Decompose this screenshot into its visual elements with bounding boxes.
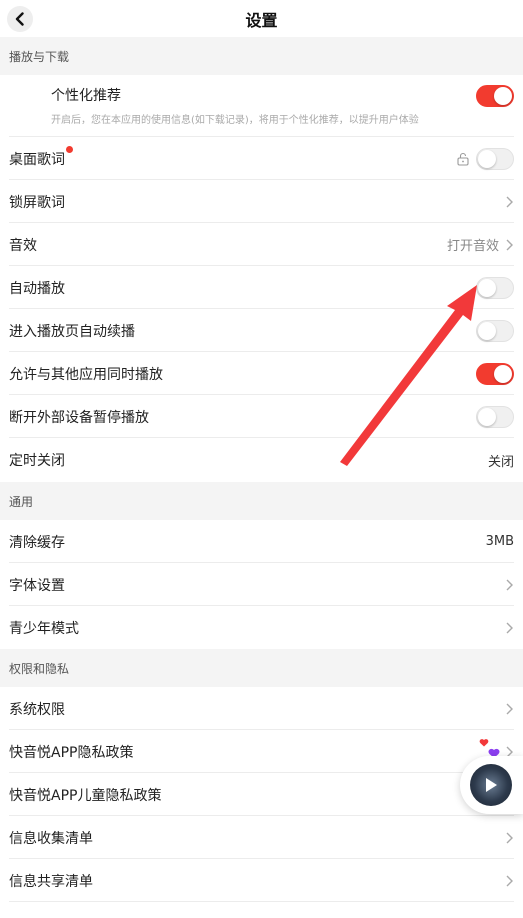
row-lockscreen-lyrics[interactable]: 锁屏歌词 (0, 180, 523, 223)
row-description: 开启后，您在本应用的使用信息(如下载记录)，将用于个性化推荐，以提升用户体验 (51, 115, 419, 126)
chevron-right-icon (506, 239, 513, 250)
row-info-sharing[interactable]: 信息共享清单 (0, 859, 523, 902)
row-privacy-policy[interactable]: 快音悦APP隐私政策 (0, 730, 523, 773)
row-label: 快音悦APP儿童隐私政策 (9, 787, 162, 804)
section-header-playback: 播放与下载 (0, 37, 523, 75)
row-label: 自动播放 (9, 280, 65, 297)
row-clear-cache[interactable]: 清除缓存 3MB (0, 520, 523, 563)
mix-play-toggle[interactable] (476, 362, 514, 385)
sound-effect-value: 打开音效 (446, 239, 499, 254)
row-teen-mode[interactable]: 青少年模式 (0, 606, 523, 649)
row-label: 清除缓存 (9, 534, 65, 551)
floating-mini-player[interactable] (460, 756, 523, 814)
row-sound-effect[interactable]: 音效 打开音效 (0, 223, 523, 266)
top-bar: 设置 (0, 0, 523, 37)
page-title: 设置 (245, 10, 278, 30)
row-label: 个性化推荐 (51, 88, 121, 104)
sleep-timer-value: 关闭 (487, 454, 514, 470)
row-label-wrap: 桌面歌词 (9, 145, 73, 169)
toggle-knob (494, 87, 512, 105)
section-header-general: 通用 (0, 482, 523, 520)
row-label: 青少年模式 (9, 620, 79, 637)
toggle-knob (478, 321, 496, 340)
personalized-recommend-toggle[interactable] (476, 85, 514, 107)
chevron-right-icon (506, 832, 513, 843)
toggle-knob (478, 149, 496, 168)
continue-play-toggle[interactable] (476, 319, 514, 342)
row-continue-play: 进入播放页自动续播 (0, 309, 523, 352)
row-personalized-recommend: 个性化推荐 开启后，您在本应用的使用信息(如下载记录)，将用于个性化推荐，以提升… (0, 75, 523, 137)
row-right (505, 702, 514, 716)
section-header-privacy: 权限和隐私 (0, 649, 523, 687)
chevron-right-icon (506, 875, 513, 886)
row-right: 打开音效 (447, 235, 514, 254)
play-icon (486, 778, 497, 792)
row-desktop-lyrics[interactable]: 桌面歌词 (0, 137, 523, 180)
row-font-settings[interactable]: 字体设置 (0, 563, 523, 606)
row-right (505, 195, 514, 209)
row-right (505, 874, 514, 888)
row-right: 3MB (486, 534, 514, 549)
row-system-permissions[interactable]: 系统权限 (0, 687, 523, 730)
pause-on-disconnect-toggle[interactable] (476, 405, 514, 428)
back-button[interactable] (7, 6, 33, 32)
toggle-knob (494, 364, 512, 383)
chevron-right-icon (506, 622, 513, 633)
row-right (505, 578, 514, 592)
cache-size-value: 3MB (485, 534, 514, 549)
row-children-policy[interactable]: 快音悦APP儿童隐私政策 (0, 773, 523, 816)
row-label: 系统权限 (9, 701, 65, 718)
row-label: 桌面歌词 (9, 151, 65, 168)
row-mix-play: 允许与其他应用同时播放 (0, 352, 523, 395)
row-label: 定时关闭 (9, 453, 65, 469)
chevron-right-icon (506, 703, 513, 714)
chevron-right-icon (506, 579, 513, 590)
back-icon (15, 12, 24, 26)
row-right (505, 621, 514, 635)
desktop-lyrics-toggle[interactable] (476, 147, 514, 170)
row-sleep-timer[interactable]: 定时关闭 关闭 (0, 438, 523, 482)
toggle-knob (478, 407, 496, 426)
autoplay-toggle[interactable] (476, 276, 514, 299)
row-label: 允许与其他应用同时播放 (9, 366, 163, 383)
row-pause-on-disconnect: 断开外部设备暂停播放 (0, 395, 523, 438)
row-label: 快音悦APP隐私政策 (9, 744, 134, 761)
chevron-right-icon (506, 196, 513, 207)
row-label: 字体设置 (9, 577, 65, 594)
row-label: 信息收集清单 (9, 830, 93, 847)
new-badge-dot (66, 145, 73, 153)
row-right (505, 831, 514, 845)
row-label: 音效 (9, 237, 37, 254)
lock-icon (457, 152, 469, 166)
row-right: 关闭 (488, 451, 514, 470)
row-label: 锁屏歌词 (9, 194, 65, 211)
row-label: 进入播放页自动续播 (9, 323, 135, 340)
row-label: 断开外部设备暂停播放 (9, 409, 149, 426)
row-autoplay: 自动播放 (0, 266, 523, 309)
row-label: 信息共享清单 (9, 873, 93, 890)
toggle-knob (478, 278, 496, 297)
album-cover (470, 764, 512, 806)
row-info-collection[interactable]: 信息收集清单 (0, 816, 523, 859)
row-right (456, 147, 514, 170)
